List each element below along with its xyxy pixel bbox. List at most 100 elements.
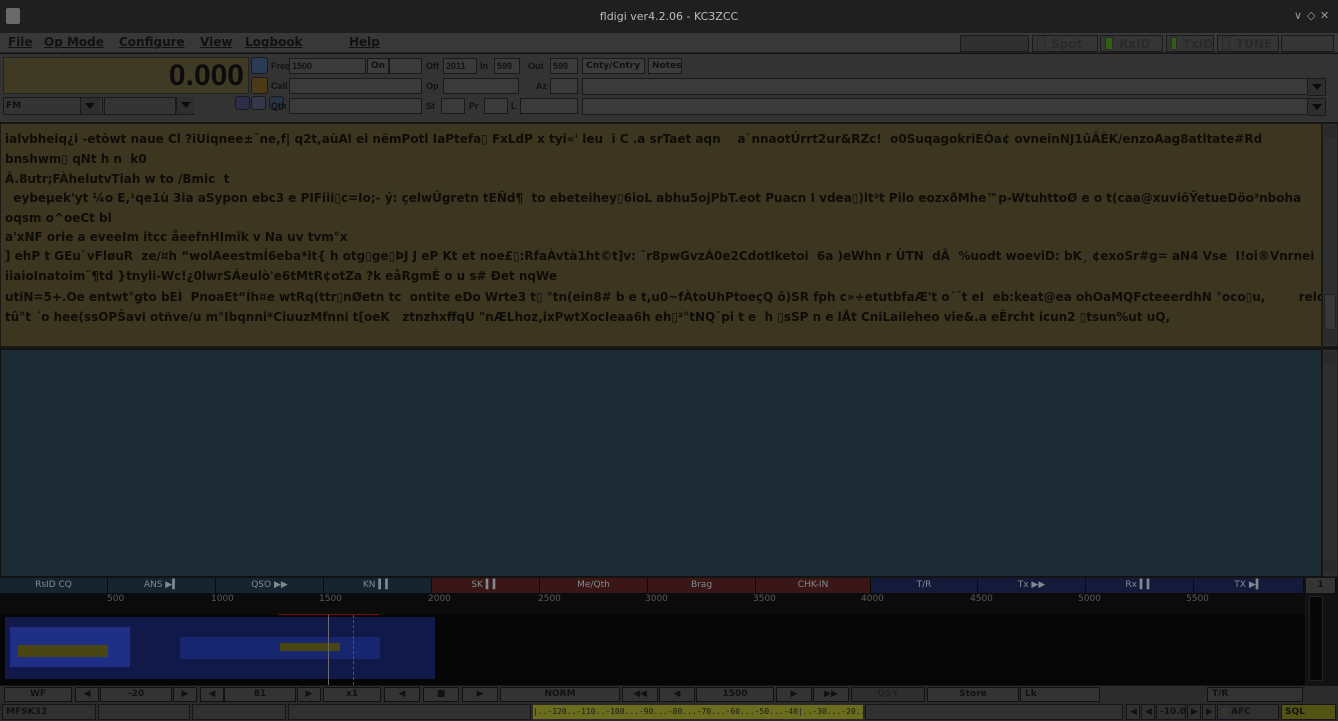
op-field[interactable] <box>443 78 519 94</box>
notes-field[interactable] <box>582 78 1308 95</box>
comment-dropdown[interactable] <box>1307 98 1326 116</box>
txid-toggle[interactable]: TxID <box>1166 35 1214 52</box>
cnty-cntry-button[interactable]: Cnty/Cntry <box>582 58 645 74</box>
menu-logbook[interactable]: Logbook <box>245 35 303 49</box>
rst-out-field[interactable]: 599 <box>550 58 578 74</box>
menu-view[interactable]: View <box>200 35 232 49</box>
store-button[interactable]: Store <box>927 687 1019 702</box>
mode-combo-value: FM <box>6 101 22 111</box>
macro-chk-in[interactable]: CHK-IN <box>756 578 871 593</box>
macro-rsid-cq[interactable]: RsID CQ <box>0 578 108 593</box>
wf-button[interactable]: WF <box>4 687 72 702</box>
macro-rx[interactable]: Rx ▍▍ <box>1086 578 1194 593</box>
rx-scrollbar[interactable] <box>1322 123 1338 347</box>
scroll-down-icon[interactable] <box>1324 331 1336 343</box>
minimize-icon[interactable]: ∨ <box>1294 9 1302 22</box>
transmit-text-pane[interactable] <box>0 349 1322 577</box>
bw-arrow[interactable] <box>176 97 194 115</box>
carrier-frequency-field[interactable]: 1500 <box>696 687 774 702</box>
app-icon[interactable] <box>6 8 20 24</box>
macro-ans[interactable]: ANS ▶▍ <box>108 578 216 593</box>
scroll-left-icon[interactable]: ◀ <box>384 687 420 702</box>
lock-toggle[interactable]: Lk <box>1020 687 1100 702</box>
maximize-icon[interactable]: ◇ <box>1307 9 1315 22</box>
macro-qso[interactable]: QSO ▶▶ <box>216 578 324 593</box>
search-icon[interactable] <box>251 57 268 74</box>
freq-field[interactable]: 1500 <box>289 58 366 74</box>
mode-status[interactable]: MFSK32 <box>2 704 96 720</box>
level-high-counter[interactable]: 81 <box>224 687 296 702</box>
on-button[interactable]: On <box>367 58 389 74</box>
menu-op-mode[interactable]: Op Mode <box>44 35 104 49</box>
menu-configure[interactable]: Configure <box>119 35 185 49</box>
notes-button[interactable]: Notes <box>648 58 682 74</box>
macro-tx-end[interactable]: TX ▶▍ <box>1194 578 1304 593</box>
waterfall-scale: 500 1000 1500 2000 2500 3000 3500 4000 4… <box>0 593 1305 616</box>
macro-brag[interactable]: Brag <box>648 578 756 593</box>
st-field[interactable] <box>441 98 465 114</box>
sql-fast-down-icon[interactable]: ◀ <box>1126 704 1140 720</box>
step-back-icon[interactable]: ◀ <box>659 687 695 702</box>
sql-up-icon[interactable]: ▶ <box>1187 704 1201 720</box>
range-up-icon[interactable]: ▶ <box>297 687 321 702</box>
save-icon[interactable] <box>251 96 266 110</box>
qsy-button[interactable]: QSY <box>851 687 925 702</box>
on-time-field[interactable] <box>389 58 422 74</box>
afc-toggle[interactable]: ◇ AFC <box>1217 704 1279 720</box>
rst-in-field[interactable]: 599 <box>494 58 520 74</box>
level-low-counter[interactable]: -20 <box>100 687 172 702</box>
macro-kn[interactable]: KN ▍▍ <box>324 578 432 593</box>
cursor-line <box>353 615 354 685</box>
qth-field[interactable] <box>289 98 422 114</box>
az-field[interactable] <box>550 78 578 94</box>
close-icon[interactable]: ✕ <box>1320 9 1329 22</box>
spot-toggle[interactable]: Spot <box>1032 35 1098 52</box>
sql-down-icon[interactable]: ◀ <box>1141 704 1155 720</box>
level-up-icon[interactable]: ▶ <box>173 687 197 702</box>
frequency-display[interactable]: 0.000 <box>3 57 249 94</box>
scroll-thumb[interactable] <box>1324 294 1336 330</box>
rxid-toggle[interactable]: RxID <box>1100 35 1163 52</box>
comment-field[interactable] <box>582 98 1308 115</box>
scroll-up-icon[interactable] <box>1324 126 1336 138</box>
macro-sk[interactable]: SK ▍▍ <box>432 578 540 593</box>
waterfall-controls: WF ◀ -20 ▶ ◀ 81 ▶ x1 ◀ ■ ▶ NORM ◀◀ ◀ 150… <box>0 686 1338 703</box>
loc-field[interactable] <box>520 98 578 114</box>
call-field[interactable] <box>289 78 422 94</box>
notes-dropdown[interactable] <box>1307 78 1326 96</box>
scroll-up-icon[interactable] <box>1324 352 1336 364</box>
macro-tx[interactable]: Tx ▶▶ <box>978 578 1086 593</box>
scroll-down-icon[interactable] <box>1324 560 1336 572</box>
menu-help[interactable]: Help <box>349 35 380 49</box>
waterfall-display[interactable] <box>0 615 1305 685</box>
sql-toggle[interactable]: SQL <box>1281 704 1336 720</box>
rxid-led <box>1105 37 1113 50</box>
level-down-icon[interactable]: ◀ <box>75 687 99 702</box>
off-time-field[interactable]: 2011 <box>443 58 477 74</box>
range-down-icon[interactable]: ◀ <box>200 687 224 702</box>
zoom-button[interactable]: x1 <box>323 687 381 702</box>
rx-line: Â.8utr;FÀhelutvTiah w to /Bmic t <box>5 172 230 186</box>
scroll-right-icon[interactable]: ▶ <box>462 687 498 702</box>
pr-field[interactable] <box>484 98 508 114</box>
lookup-icon[interactable] <box>251 77 268 94</box>
tr-toggle[interactable]: T/R <box>1207 687 1303 702</box>
norm-button[interactable]: NORM <box>500 687 620 702</box>
fast-forward-icon[interactable]: ▶▶ <box>813 687 849 702</box>
sql-fast-up-icon[interactable]: ▶ <box>1202 704 1216 720</box>
macro-tr[interactable]: T/R <box>871 578 978 593</box>
status-field <box>865 704 1123 720</box>
tune-toggle[interactable]: TUNE <box>1217 35 1279 52</box>
mode-combo[interactable]: FM <box>3 97 103 115</box>
macro-me-qth[interactable]: Me/Qth <box>540 578 648 593</box>
tx-scrollbar[interactable] <box>1322 349 1338 577</box>
squelch-value[interactable]: -10.0 <box>1156 704 1186 720</box>
stop-icon[interactable]: ■ <box>423 687 459 702</box>
rx-line: a'xNF orie a eveeIm itcc åeefnHImïk v Na… <box>5 230 348 244</box>
macro-set-button[interactable]: 1 <box>1306 578 1336 593</box>
receive-text-pane[interactable]: ialvbheiq¿i -etòwt naue Cl ?iUiqnee±¯ne,… <box>0 123 1322 347</box>
step-forward-icon[interactable]: ▶ <box>776 687 812 702</box>
fast-back-icon[interactable]: ◀◀ <box>622 687 658 702</box>
menu-file[interactable]: File <box>8 35 33 49</box>
clear-icon[interactable] <box>235 96 250 110</box>
